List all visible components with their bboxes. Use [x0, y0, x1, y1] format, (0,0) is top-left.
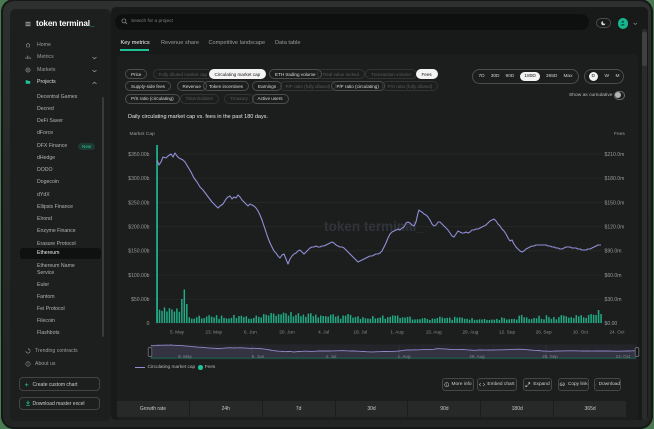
svg-text:6. Jun: 6. Jun [252, 354, 265, 359]
svg-text:1. Aug: 1. Aug [398, 354, 411, 359]
svg-text:4. Jul: 4. Jul [326, 354, 337, 359]
svg-text:29. Aug: 29. Aug [469, 354, 485, 359]
svg-text:24. Oct: 24. Oct [616, 354, 631, 359]
svg-text:9. May: 9. May [178, 354, 192, 359]
svg-text:26. Sep: 26. Sep [542, 354, 558, 359]
